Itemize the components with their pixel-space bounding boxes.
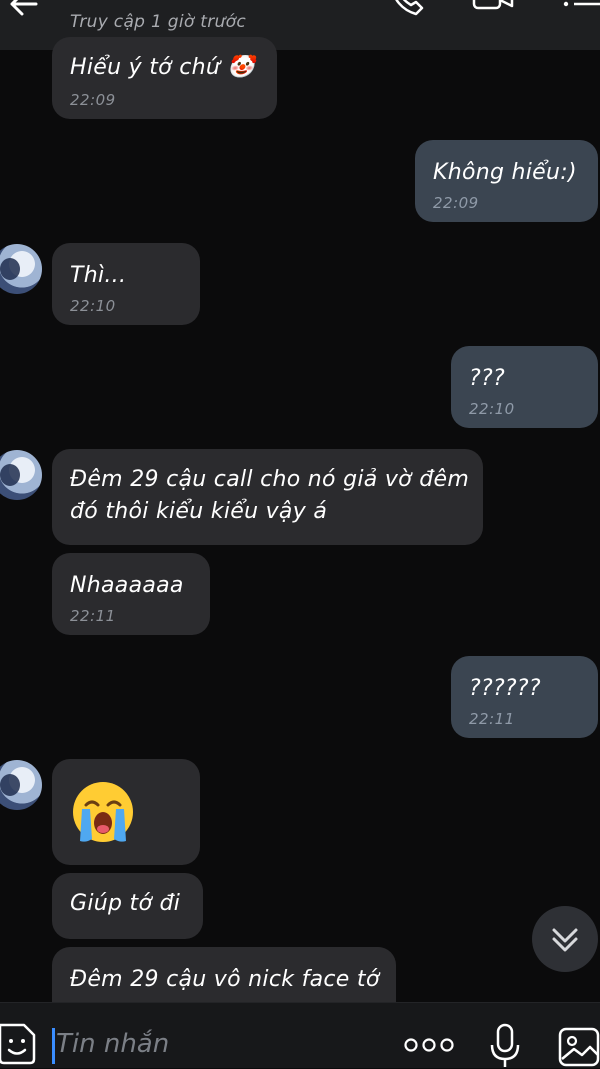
message-time: 22:10	[70, 297, 116, 315]
message-text: Hiểu ý tớ chứ 🤡	[70, 55, 256, 80]
message-text: Giúp tớ đi	[70, 891, 181, 916]
message-bubble-incoming[interactable]: Thì... 22:10	[52, 243, 200, 325]
message-text-line-2: đó thôi kiểu kiểu vậy á	[70, 499, 328, 524]
gallery-icon[interactable]	[556, 1025, 600, 1069]
scroll-to-bottom-button[interactable]	[532, 906, 598, 972]
video-call-icon[interactable]	[470, 0, 514, 26]
message-bubble-incoming[interactable]: Đêm 29 cậu call cho nó giả vờ đêm đó thô…	[52, 449, 483, 545]
message-bubble-incoming[interactable]: Hiểu ý tớ chứ 🤡 22:09	[52, 37, 277, 119]
contact-avatar[interactable]	[0, 450, 42, 500]
chevron-double-down-icon	[552, 928, 578, 952]
message-text: Không hiểu:)	[433, 160, 577, 185]
message-bubble-outgoing[interactable]: Không hiểu:) 22:09	[415, 140, 598, 222]
message-input[interactable]: Tin nhắn	[56, 1029, 169, 1059]
contact-avatar[interactable]	[0, 760, 42, 810]
message-time: 22:11	[70, 607, 116, 625]
phone-icon[interactable]	[386, 0, 430, 26]
message-bubble-outgoing[interactable]: ??? 22:10	[451, 346, 598, 428]
last-seen-status: Truy cập 1 giờ trước	[70, 12, 246, 32]
text-cursor	[52, 1028, 55, 1064]
message-time: 22:10	[469, 400, 515, 418]
message-text: Thì...	[70, 263, 127, 288]
microphone-icon[interactable]	[488, 1023, 522, 1069]
back-arrow-icon[interactable]	[6, 0, 42, 22]
message-text: ??????	[469, 676, 541, 701]
menu-icon[interactable]	[560, 0, 600, 26]
message-time: 22:11	[469, 710, 515, 728]
more-options-icon[interactable]	[404, 1035, 454, 1055]
contact-avatar[interactable]	[0, 244, 42, 294]
message-bubble-incoming[interactable]: Giúp tớ đi	[52, 873, 203, 939]
message-text: ???	[469, 366, 505, 391]
sticker-icon[interactable]	[0, 1021, 38, 1065]
message-bubble-incoming[interactable]: Nhaaaaaa 22:11	[52, 553, 210, 635]
message-text-line-1: Đêm 29 cậu call cho nó giả vờ đêm	[70, 467, 470, 492]
message-bubble-incoming[interactable]	[52, 759, 200, 865]
message-text: Nhaaaaaa	[70, 573, 184, 598]
message-time: 22:09	[433, 194, 479, 212]
message-composer: Tin nhắn	[0, 1002, 600, 1068]
message-bubble-outgoing[interactable]: ?????? 22:11	[451, 656, 598, 738]
message-time: 22:09	[70, 91, 116, 109]
message-text: Đêm 29 cậu vô nick face tớ	[70, 967, 380, 992]
loudly-crying-face-icon	[73, 782, 133, 842]
